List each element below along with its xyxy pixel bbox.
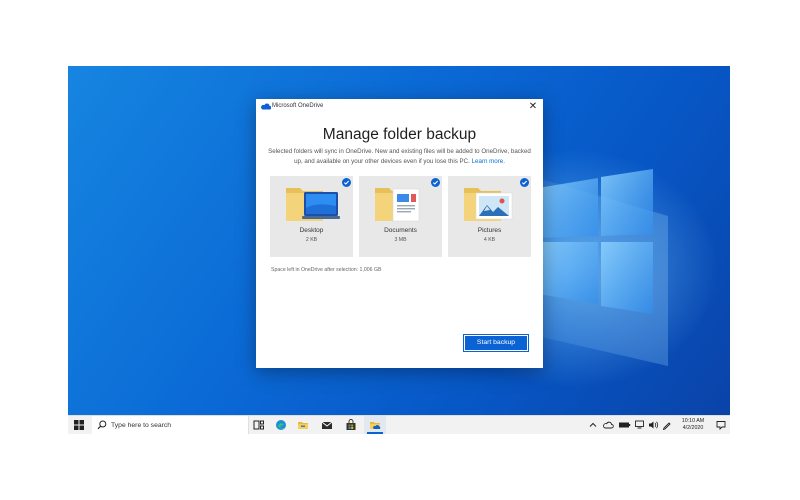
learn-more-link[interactable]: Learn more. <box>472 158 505 165</box>
mail-icon <box>321 421 333 429</box>
documents-folder-icon <box>375 188 420 222</box>
taskbar-clock[interactable]: 10:10 AM 4/2/2020 <box>674 418 712 432</box>
start-backup-button[interactable]: Start backup <box>464 335 528 351</box>
onedrive-cloud-icon[interactable] <box>602 420 614 430</box>
file-explorer-button[interactable] <box>292 416 314 434</box>
store-button[interactable] <box>340 416 362 434</box>
dialog-description: Selected folders will sync in OneDrive. … <box>266 147 533 166</box>
chevron-up-icon[interactable] <box>588 420 598 430</box>
onedrive-dialog: Microsoft OneDrive ✕ Manage folder backu… <box>256 99 543 368</box>
folder-size: 2 KB <box>305 237 318 243</box>
pen-icon[interactable] <box>662 420 672 430</box>
mail-button[interactable] <box>316 416 338 434</box>
file-explorer-icon <box>298 422 308 429</box>
store-icon <box>346 419 356 430</box>
checkmark-icon[interactable] <box>520 178 529 187</box>
clock-date: 4/2/2020 <box>682 425 704 431</box>
task-view-button[interactable] <box>248 416 270 434</box>
taskbar: Type here to search 10:10 AM 4/2/2020 <box>68 415 730 434</box>
screen: Microsoft OneDrive ✕ Manage folder backu… <box>68 66 730 434</box>
dialog-heading: Manage folder backup <box>322 126 477 143</box>
close-button[interactable]: ✕ <box>526 100 540 113</box>
folder-name: Documents <box>384 227 417 234</box>
task-view-icon <box>253 420 264 430</box>
folder-name: Pictures <box>477 227 502 234</box>
search-icon <box>97 420 107 430</box>
checkmark-icon[interactable] <box>431 178 440 187</box>
pictures-folder-icon <box>464 188 513 221</box>
volume-icon[interactable] <box>648 420 659 430</box>
desktop-folder-icon <box>286 188 340 221</box>
clock-time: 10:10 AM <box>681 418 705 424</box>
folder-name: Desktop <box>299 227 324 234</box>
close-icon: ✕ <box>528 101 538 112</box>
edge-icon <box>276 420 286 430</box>
search-placeholder: Type here to search <box>111 422 172 429</box>
space-left-text: Space left in OneDrive after selection: … <box>271 267 382 273</box>
onedrive-setup-icon <box>370 422 381 429</box>
folder-card-desktop[interactable]: Desktop 2 KB <box>270 176 353 257</box>
onedrive-cloud-icon <box>261 103 271 110</box>
folder-size: 4 KB <box>483 237 496 243</box>
dialog-titlebar: Microsoft OneDrive ✕ <box>256 99 543 115</box>
folder-size: 3 MB <box>394 237 407 243</box>
desktop-background: Microsoft OneDrive ✕ Manage folder backu… <box>68 66 730 415</box>
windows-start-icon[interactable] <box>74 420 84 430</box>
network-icon[interactable] <box>634 420 646 430</box>
dialog-app-title: Microsoft OneDrive <box>272 103 324 109</box>
battery-icon[interactable] <box>618 420 631 430</box>
checkmark-icon[interactable] <box>342 178 351 187</box>
edge-button[interactable] <box>270 416 292 434</box>
taskbar-search-box[interactable]: Type here to search <box>92 416 249 434</box>
notification-icon[interactable] <box>716 420 726 430</box>
folder-card-pictures[interactable]: Pictures 4 KB <box>448 176 531 257</box>
folder-card-documents[interactable]: Documents 3 MB <box>359 176 442 257</box>
onedrive-setup-button[interactable] <box>364 416 386 434</box>
